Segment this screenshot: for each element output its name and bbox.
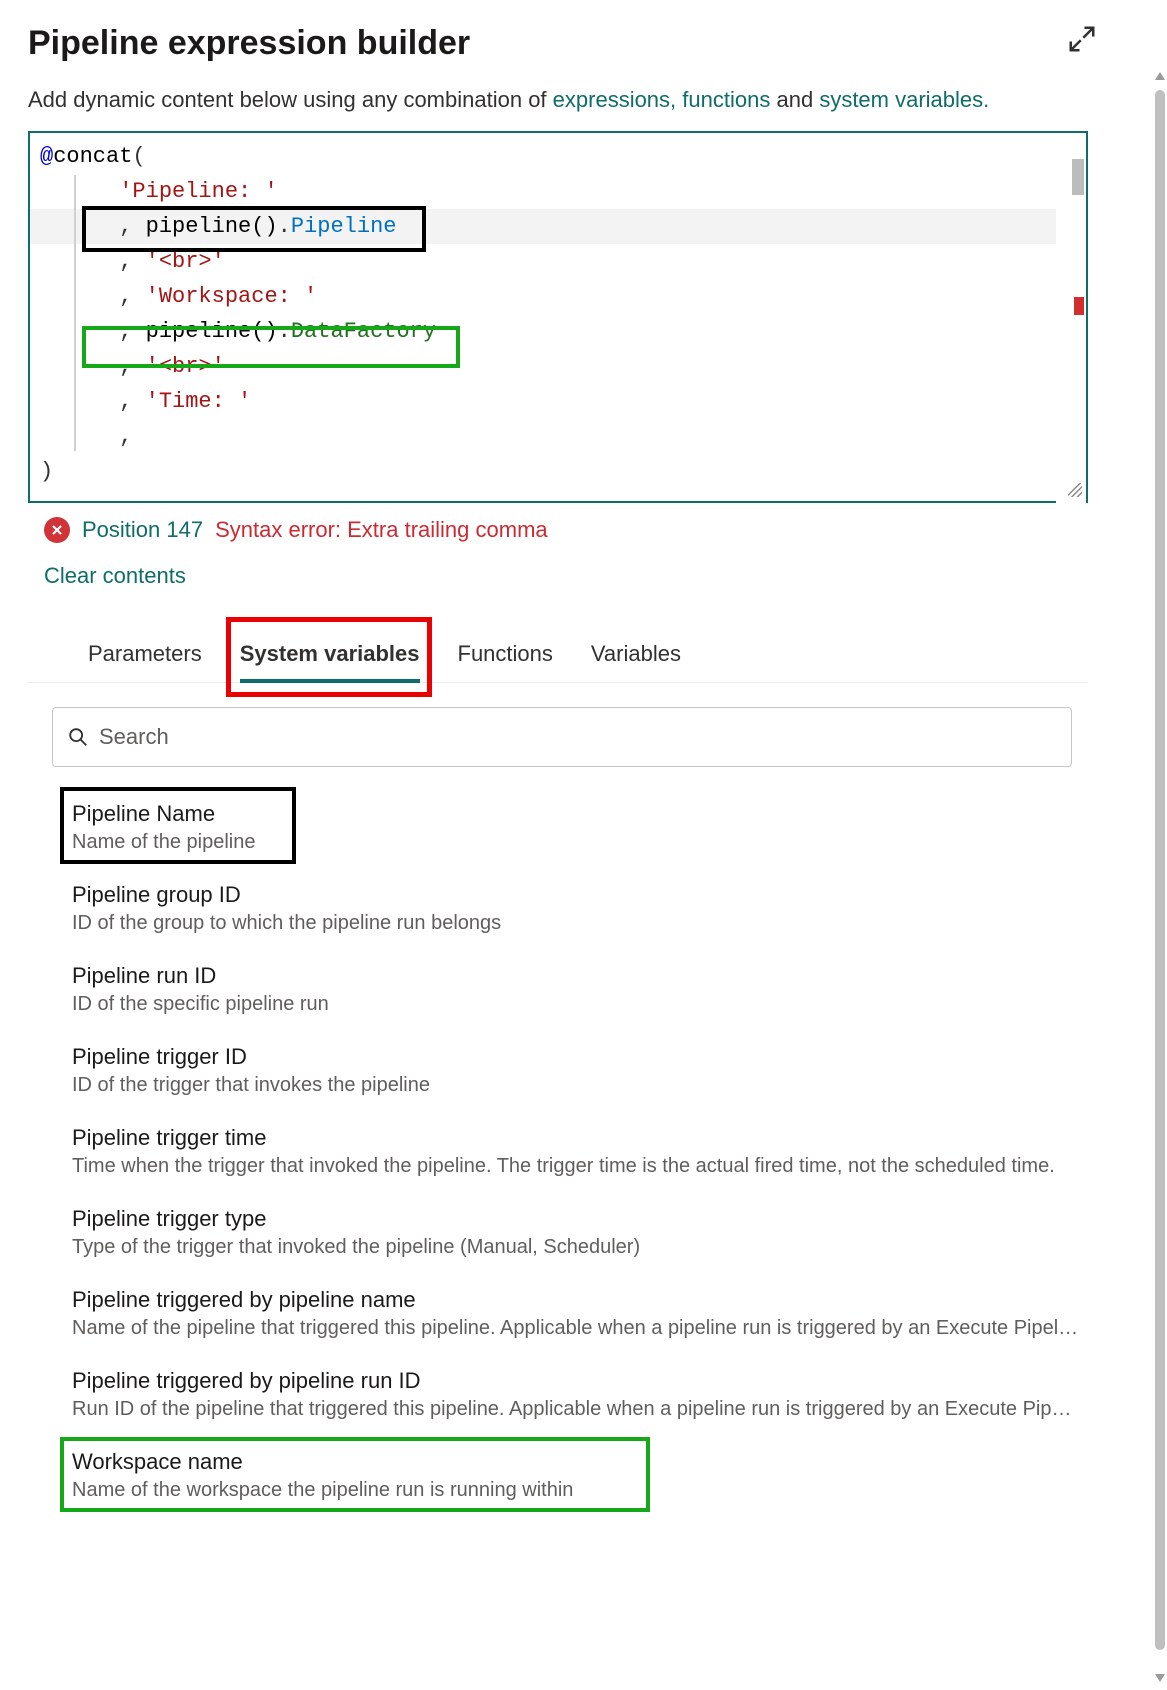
link-expressions[interactable]: expressions,	[553, 87, 677, 112]
error-message: Syntax error: Extra trailing comma	[215, 517, 548, 543]
intro-mid: and	[776, 87, 819, 112]
sysvar-item[interactable]: Pipeline Name Name of the pipeline	[72, 801, 1102, 854]
page-title: Pipeline expression builder	[28, 24, 470, 63]
expression-editor[interactable]: @concat( 'Pipeline: ' , pipeline().Pipel…	[28, 131, 1088, 503]
sysvar-item[interactable]: Pipeline triggered by pipeline name Name …	[72, 1287, 1102, 1340]
sysvar-item-title: Pipeline trigger time	[72, 1125, 1102, 1151]
tabs: Parameters System variables Functions Varia…	[28, 631, 1088, 683]
sysvar-item-desc: ID of the specific pipeline run	[72, 993, 1082, 1016]
sysvar-item-title: Pipeline Name	[72, 801, 1102, 827]
sysvar-item-title: Pipeline triggered by pipeline name	[72, 1287, 1102, 1313]
sysvar-item-title: Pipeline trigger ID	[72, 1044, 1102, 1070]
sysvar-item-desc: Name of the workspace the pipeline run i…	[72, 1479, 1082, 1502]
search-icon	[67, 726, 89, 748]
scrollbar-down-arrow[interactable]	[1155, 1674, 1165, 1682]
sysvar-item[interactable]: Pipeline group ID ID of the group to whic…	[72, 882, 1102, 935]
sysvar-item[interactable]: Pipeline run ID ID of the specific pipeli…	[72, 963, 1102, 1016]
error-icon	[44, 517, 70, 543]
intro-prefix: Add dynamic content below using any comb…	[28, 87, 553, 112]
link-functions[interactable]: functions	[682, 87, 770, 112]
sysvar-item-desc: ID of the group to which the pipeline ru…	[72, 912, 1082, 935]
sysvar-item[interactable]: Pipeline triggered by pipeline run ID Run…	[72, 1368, 1102, 1421]
sysvar-item[interactable]: Workspace name Name of the workspace the …	[72, 1449, 1102, 1502]
editor-minimap[interactable]	[1056, 133, 1086, 503]
sysvar-item[interactable]: Pipeline trigger type Type of the trigger…	[72, 1206, 1102, 1259]
expand-icon[interactable]	[1067, 24, 1097, 59]
sysvar-item-title: Pipeline trigger type	[72, 1206, 1102, 1232]
sysvar-item-desc: ID of the trigger that invokes the pipel…	[72, 1074, 1082, 1097]
scrollbar-up-arrow[interactable]	[1155, 72, 1165, 80]
tab-functions[interactable]: Functions	[458, 631, 553, 682]
system-variables-list: Pipeline NameName of the pipelinePipelin…	[72, 801, 1102, 1502]
sysvar-item-title: Pipeline run ID	[72, 963, 1102, 989]
sysvar-item-desc: Run ID of the pipeline that triggered th…	[72, 1398, 1082, 1421]
editor-resize-handle[interactable]	[1068, 483, 1082, 497]
clear-contents-link[interactable]: Clear contents	[44, 563, 186, 589]
sysvar-item-title: Workspace name	[72, 1449, 1102, 1475]
sysvar-item-desc: Type of the trigger that invoked the pip…	[72, 1236, 1082, 1259]
sysvar-item-desc: Time when the trigger that invoked the p…	[72, 1155, 1082, 1178]
sysvar-item[interactable]: Pipeline trigger ID ID of the trigger tha…	[72, 1044, 1102, 1097]
scrollbar-thumb[interactable]	[1155, 90, 1165, 1650]
tab-variables[interactable]: Variables	[591, 631, 681, 682]
search-box[interactable]	[52, 707, 1072, 767]
sysvar-item-title: Pipeline triggered by pipeline run ID	[72, 1368, 1102, 1394]
sysvar-item-title: Pipeline group ID	[72, 882, 1102, 908]
sysvar-item[interactable]: Pipeline trigger time Time when the trigg…	[72, 1125, 1102, 1178]
intro-text: Add dynamic content below using any comb…	[28, 87, 1137, 113]
tab-system-variables[interactable]: System variables	[240, 631, 420, 683]
sysvar-item-desc: Name of the pipeline	[72, 831, 1082, 854]
error-position: Position 147	[82, 517, 203, 543]
sysvar-item-desc: Name of the pipeline that triggered this…	[72, 1317, 1082, 1340]
search-input[interactable]	[99, 724, 1057, 750]
link-system-variables[interactable]: system variables.	[819, 87, 989, 112]
tab-parameters[interactable]: Parameters	[88, 631, 202, 682]
